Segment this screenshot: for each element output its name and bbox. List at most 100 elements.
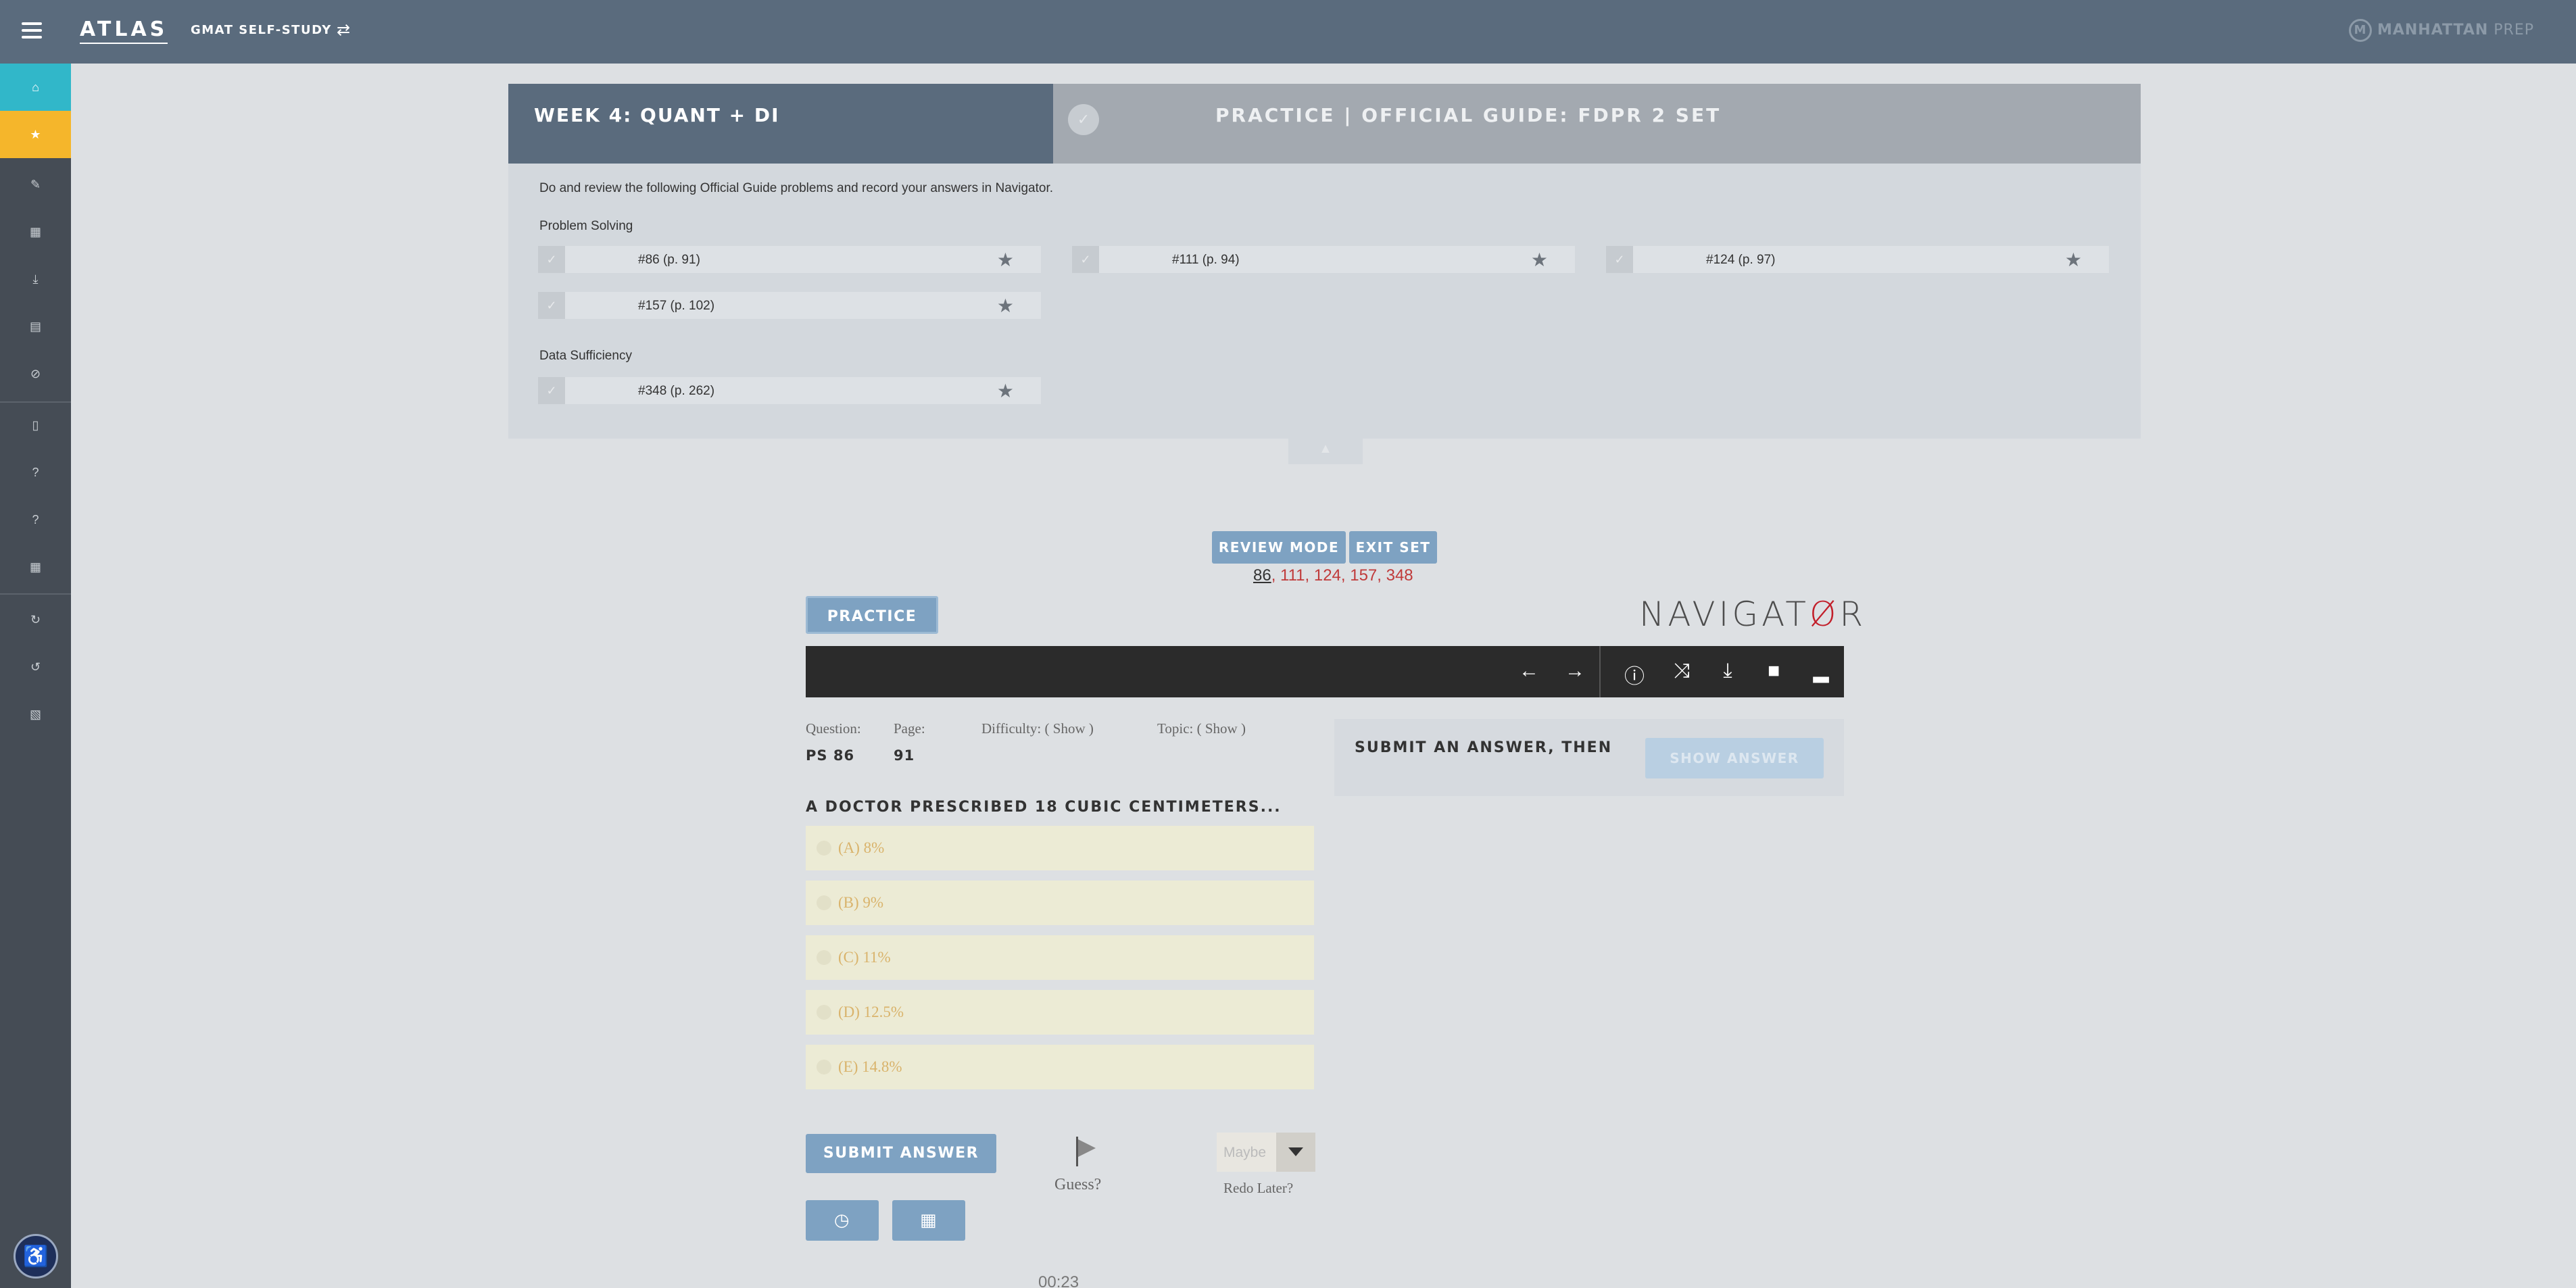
info-icon[interactable]: ⓘ (1621, 660, 1648, 689)
radio-button[interactable] (817, 950, 831, 965)
toolbar-divider (1599, 646, 1601, 697)
problem-item[interactable]: ✓ #124 (p. 97) ★ (1606, 246, 2109, 273)
collapse-icon[interactable]: ▲ (1288, 439, 1363, 464)
star-icon[interactable]: ★ (0, 111, 71, 158)
edit-icon[interactable]: ✎ (0, 161, 71, 208)
brand-light: PREP (2488, 22, 2534, 39)
star-icon[interactable]: ★ (2065, 249, 2082, 271)
star-icon[interactable]: ★ (997, 295, 1014, 317)
instructions: Do and review the following Official Gui… (539, 181, 1054, 195)
radio-button[interactable] (817, 1060, 831, 1074)
choice-text: (B) 9% (838, 894, 884, 911)
show-answer-button[interactable]: SHOW ANSWER (1645, 738, 1824, 778)
navigator-logo: NAVIGATØR (1639, 595, 1866, 634)
accessibility-icon[interactable]: ♿ (14, 1234, 58, 1279)
flag-icon[interactable] (1076, 1137, 1096, 1166)
redo-later-value: Maybe (1223, 1145, 1267, 1160)
week-header: WEEK 4: QUANT + DI (508, 84, 1053, 164)
top-bar: ATLAS GMAT SELF-STUDY ⇄ M MANHATTAN PREP (0, 0, 2576, 64)
problem-label: #86 (p. 91) (638, 253, 700, 267)
answer-choice[interactable]: (C) 11% (806, 935, 1314, 980)
course-title: GMAT SELF-STUDY (191, 23, 332, 37)
calculator-grid-icon[interactable]: ▦ (892, 1200, 965, 1241)
tablet-icon[interactable]: ▯ (0, 401, 71, 449)
answer-choice[interactable]: (D) 12.5% (806, 990, 1314, 1035)
star-icon[interactable]: ★ (997, 380, 1014, 402)
logo-part-a: NAVIGAT (1639, 595, 1809, 634)
history-icon[interactable]: ↺ (0, 643, 71, 691)
manhattan-prep-mark-icon: M (2348, 19, 2372, 42)
exit-set-button[interactable]: EXIT SET (1349, 531, 1437, 564)
compass-icon[interactable]: ⊘ (0, 350, 71, 397)
manhattan-prep-logo: M MANHATTAN PREP (2348, 19, 2534, 42)
radio-button[interactable] (817, 841, 831, 856)
practice-header: ✓ PRACTICE | OFFICIAL GUIDE: FDPR 2 SET (1053, 84, 2141, 164)
brand-bold: MANHATTAN (2377, 22, 2489, 39)
star-icon[interactable]: ★ (997, 249, 1014, 271)
answer-choice[interactable]: (A) 8% (806, 826, 1314, 870)
problem-item[interactable]: ✓ #348 (p. 262) ★ (538, 377, 1041, 404)
download-icon[interactable]: ⤓ (0, 255, 71, 303)
map-icon[interactable]: ▧ (0, 691, 71, 738)
sidebar: ⌂ ★ ✎ ▦ ⤓ ▤ ⊘ ▯ ? ? ▦ ↻ ↺ ▧ (0, 64, 71, 1288)
review-mode-button[interactable]: REVIEW MODE (1212, 531, 1346, 564)
grid-icon[interactable]: ▦ (0, 543, 71, 591)
problem-item[interactable]: ✓ #157 (p. 102) ★ (538, 292, 1041, 319)
atlas-logo[interactable]: ATLAS (80, 18, 168, 44)
question-icon[interactable]: ? (0, 496, 71, 543)
checkbox-icon[interactable]: ✓ (538, 292, 565, 319)
radio-button[interactable] (817, 1005, 831, 1020)
problem-item[interactable]: ✓ #86 (p. 91) ★ (538, 246, 1041, 273)
submit-answer-button[interactable]: SUBMIT ANSWER (806, 1134, 996, 1173)
radio-button[interactable] (817, 895, 831, 910)
clock-icon[interactable]: ◷ (806, 1200, 879, 1241)
week-card: WEEK 4: QUANT + DI ✓ PRACTICE | OFFICIAL… (508, 84, 2141, 439)
problem-label: #124 (p. 97) (1706, 253, 1776, 267)
logo-part-o: Ø (1809, 595, 1840, 634)
answer-choice[interactable]: (B) 9% (806, 881, 1314, 925)
choice-text: (A) 8% (838, 839, 885, 856)
page-value: 91 (894, 747, 915, 764)
problem-label: #157 (p. 102) (638, 299, 715, 313)
practice-tab[interactable]: PRACTICE (806, 596, 938, 634)
choice-text: (C) 11% (838, 949, 891, 966)
stats-icon[interactable]: ▂ (1807, 660, 1834, 683)
calendar-icon[interactable]: ▦ (0, 208, 71, 255)
help-icon[interactable]: ? (0, 449, 71, 496)
current-question-link[interactable]: 86 (1253, 566, 1271, 585)
book-icon[interactable]: ▤ (0, 303, 71, 350)
menu-icon[interactable] (22, 22, 42, 39)
topic-toggle[interactable]: Topic: ( Show ) (1157, 720, 1246, 737)
problem-label: #348 (p. 262) (638, 384, 715, 398)
star-icon[interactable]: ★ (1531, 249, 1548, 271)
choice-text: (D) 12.5% (838, 1004, 904, 1020)
other-question-links[interactable]: , 111, 124, 157, 348 (1271, 566, 1413, 585)
redo-later-select[interactable]: Maybe (1217, 1133, 1315, 1172)
practice-title: PRACTICE | OFFICIAL GUIDE: FDPR 2 SET (1215, 104, 1722, 126)
switch-course-icon[interactable]: ⇄ (337, 20, 350, 40)
logo-part-b: R (1839, 595, 1867, 634)
checkbox-icon[interactable]: ✓ (538, 377, 565, 404)
choice-text: (E) 14.8% (838, 1058, 902, 1075)
timer: 00:23 (1038, 1273, 1079, 1288)
complete-check-icon[interactable]: ✓ (1068, 104, 1099, 135)
answer-choice[interactable]: (E) 14.8% (806, 1045, 1314, 1089)
page-label: Page: (894, 720, 925, 737)
section-label-data-sufficiency: Data Sufficiency (539, 349, 632, 363)
refresh-icon[interactable]: ↻ (0, 596, 71, 643)
download-icon[interactable]: ⤓ (1714, 660, 1741, 683)
shuffle-icon[interactable]: ⤨ (1668, 660, 1695, 683)
question-toolbar: ← → ⓘ ⤨ ⤓ ■ ▂ (806, 646, 1844, 697)
checkbox-icon[interactable]: ✓ (1606, 246, 1633, 273)
difficulty-toggle[interactable]: Difficulty: ( Show ) (981, 720, 1094, 737)
checkbox-icon[interactable]: ✓ (1072, 246, 1099, 273)
arrow-right-icon[interactable]: → (1561, 660, 1588, 683)
guess-label: Guess? (1054, 1176, 1102, 1193)
question-number-list: 86, 111, 124, 157, 348 (1253, 566, 1413, 585)
problem-item[interactable]: ✓ #111 (p. 94) ★ (1072, 246, 1575, 273)
chevron-down-icon[interactable] (1276, 1133, 1315, 1172)
video-icon[interactable]: ■ (1760, 660, 1787, 683)
home-icon[interactable]: ⌂ (0, 64, 71, 111)
arrow-left-icon[interactable]: ← (1515, 660, 1542, 683)
checkbox-icon[interactable]: ✓ (538, 246, 565, 273)
